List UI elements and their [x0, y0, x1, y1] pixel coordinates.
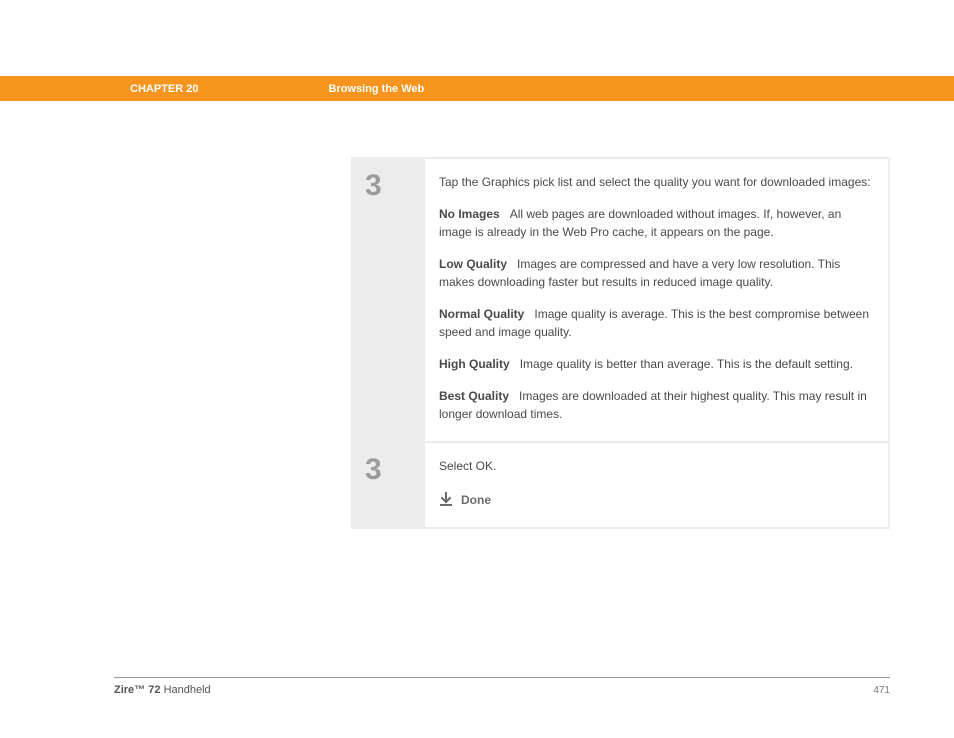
quality-name: High Quality — [439, 357, 510, 371]
quality-name: No Images — [439, 207, 500, 221]
footer-product: Zire™ 72 Handheld — [114, 684, 211, 696]
footer-product-type: Handheld — [164, 684, 211, 696]
quality-name: Low Quality — [439, 257, 507, 271]
chapter-label: CHAPTER 20 — [130, 83, 198, 95]
done-arrow-icon — [439, 492, 453, 508]
done-label: Done — [461, 491, 491, 509]
step-body: Tap the Graphics pick list and select th… — [425, 159, 888, 441]
quality-desc: Image quality is better than average. Th… — [520, 357, 853, 371]
quality-option: Low Quality Images are compressed and ha… — [439, 255, 872, 291]
step-body: Select OK. Done — [425, 443, 888, 527]
quality-option: Normal Quality Image quality is average.… — [439, 305, 872, 341]
step-number: 3 — [353, 443, 425, 527]
footer-model: 72 — [148, 684, 160, 696]
step-row: 3 Select OK. Done — [353, 443, 888, 527]
step-row: 3 Tap the Graphics pick list and select … — [353, 159, 888, 441]
quality-name: Normal Quality — [439, 307, 524, 321]
footer-brand: Zire — [114, 684, 134, 696]
footer-page-number: 471 — [873, 685, 890, 696]
step-text: Select OK. — [439, 457, 872, 475]
page-footer: Zire™ 72 Handheld 471 — [114, 677, 890, 696]
section-label: Browsing the Web — [328, 83, 424, 95]
done-indicator: Done — [439, 491, 872, 509]
quality-name: Best Quality — [439, 389, 509, 403]
quality-desc: All web pages are downloaded without ima… — [439, 207, 841, 239]
footer-tm: ™ — [134, 684, 145, 696]
quality-option: High Quality Image quality is better tha… — [439, 355, 872, 373]
steps-container: 3 Tap the Graphics pick list and select … — [351, 157, 890, 529]
quality-option: No Images All web pages are downloaded w… — [439, 205, 872, 241]
quality-option: Best Quality Images are downloaded at th… — [439, 387, 872, 423]
step-intro: Tap the Graphics pick list and select th… — [439, 173, 872, 191]
chapter-header: CHAPTER 20 Browsing the Web — [0, 76, 954, 101]
step-number: 3 — [353, 159, 425, 441]
